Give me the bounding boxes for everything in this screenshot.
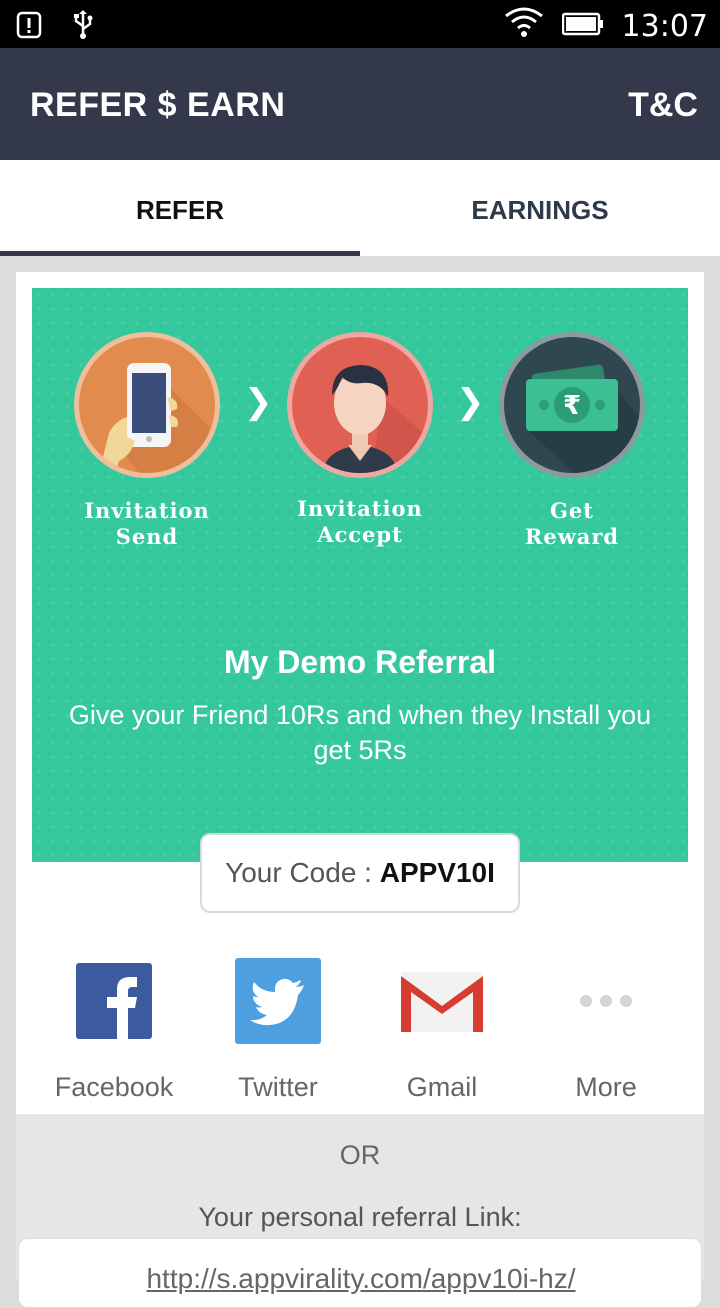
twitter-icon xyxy=(234,957,322,1050)
status-bar: 13:07 xyxy=(0,0,720,48)
notification-icon xyxy=(16,11,42,44)
code-label: Your Code : xyxy=(225,857,380,888)
tab-bar: REFER EARNINGS xyxy=(0,160,720,256)
referral-link-box[interactable]: http://s.appvirality.com/appv10i-hz/ xyxy=(18,1238,702,1308)
share-more-button[interactable]: More xyxy=(524,958,688,1103)
share-facebook-button[interactable]: Facebook xyxy=(32,958,196,1103)
battery-icon xyxy=(561,9,604,44)
person-avatar-icon xyxy=(287,332,433,478)
referral-card: ❯ ❯ ₹ Invitation Send Invitation Accept … xyxy=(16,272,704,1114)
share-twitter-button[interactable]: Twitter xyxy=(196,957,360,1103)
terms-button[interactable]: T&C xyxy=(628,86,698,125)
step-arrow-1: ❯ xyxy=(244,383,273,421)
gmail-icon xyxy=(397,968,487,1039)
app-bar: REFER $ EARN T&C xyxy=(0,48,720,160)
step-label-accept: Invitation Accept xyxy=(297,496,423,547)
referral-link-label: Your personal referral Link: xyxy=(198,1202,522,1232)
step-label-send: Invitation Send xyxy=(84,498,210,549)
usb-icon xyxy=(72,10,94,45)
more-dots-icon xyxy=(576,991,636,1016)
banner-title: My Demo Referral xyxy=(223,644,497,680)
rupee-money-icon: ₹ xyxy=(499,332,645,478)
referral-link[interactable]: http://s.appvirality.com/appv10i-hz/ xyxy=(19,1263,703,1295)
clock-text: 13:07 xyxy=(621,8,708,44)
referral-link-section: OR Your personal referral Link: http://s… xyxy=(16,1114,704,1308)
share-gmail-button[interactable]: Gmail xyxy=(360,958,524,1103)
share-twitter-label: Twitter xyxy=(238,1072,318,1102)
banner-description: Give your Friend 10Rs and when they Inst… xyxy=(68,700,652,765)
phone-hand-icon xyxy=(74,332,220,478)
or-divider-text: OR xyxy=(339,1140,381,1170)
step-arrow-2: ❯ xyxy=(456,383,485,421)
tab-earnings[interactable]: EARNINGS xyxy=(360,160,720,256)
referral-banner: ❯ ❯ ₹ Invitation Send Invitation Accept … xyxy=(32,288,688,862)
facebook-icon xyxy=(75,962,153,1045)
referral-code-box[interactable]: Your Code : APPV10I xyxy=(200,833,520,913)
step-label-reward: Get Reward xyxy=(524,498,620,549)
share-more-label: More xyxy=(575,1072,637,1102)
share-gmail-label: Gmail xyxy=(406,1072,478,1102)
referral-code: APPV10I xyxy=(379,857,495,888)
tab-refer[interactable]: REFER xyxy=(0,160,360,256)
tab-indicator xyxy=(0,251,360,256)
share-facebook-label: Facebook xyxy=(54,1072,174,1102)
page-title: REFER $ EARN xyxy=(30,86,286,124)
wifi-icon xyxy=(504,6,544,46)
svg-text:₹: ₹ xyxy=(563,391,581,421)
